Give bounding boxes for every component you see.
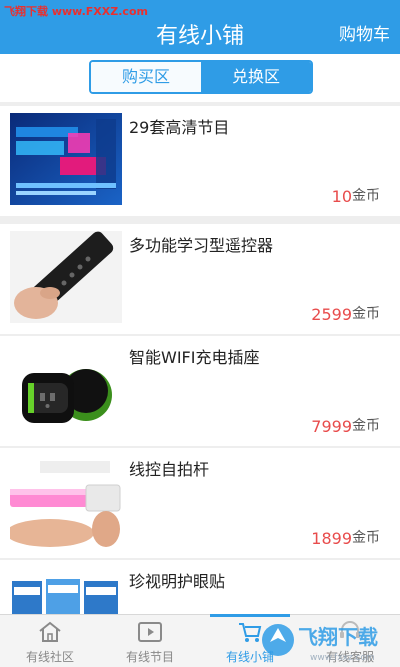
tab-buy[interactable]: 购买区 bbox=[91, 62, 201, 92]
product-name: 线控自拍杆 bbox=[129, 460, 210, 479]
watermark-logo: 飞翔下载 www.fxxz.com bbox=[262, 624, 378, 663]
price-unit: 金币 bbox=[352, 418, 380, 434]
product-name: 珍视明护眼贴 bbox=[129, 572, 226, 591]
product-price: 1899 bbox=[311, 529, 352, 548]
watermark-logo-text: 飞翔下载 bbox=[298, 625, 378, 649]
product-item[interactable]: 智能WIFI充电插座 7999 金币 bbox=[0, 336, 400, 446]
product-item[interactable]: 珍视明护眼贴 bbox=[0, 560, 400, 614]
tab-programs[interactable]: 有线节目 bbox=[100, 615, 200, 667]
product-name: 29套高清节目 bbox=[129, 118, 230, 137]
product-price: 10 bbox=[331, 187, 352, 206]
tab-exchange[interactable]: 兑换区 bbox=[201, 62, 311, 92]
product-name: 多功能学习型遥控器 bbox=[129, 236, 274, 255]
price-unit: 金币 bbox=[352, 188, 380, 204]
product-image bbox=[10, 231, 122, 323]
watermark: 飞翔下载 www.FXXZ.com bbox=[4, 5, 148, 18]
product-name: 智能WIFI充电插座 bbox=[129, 348, 260, 367]
product-item[interactable]: 线控自拍杆 1899 金币 bbox=[0, 448, 400, 558]
product-image bbox=[10, 343, 122, 435]
tab-label: 有线节目 bbox=[125, 650, 174, 664]
tab-label: 有线社区 bbox=[25, 650, 74, 664]
product-item[interactable]: 多功能学习型遥控器 2599 金币 bbox=[0, 224, 400, 334]
product-list[interactable]: 29套高清节目 10 金币 多功能学习型遥控器 2599 金币 智能WIFI充电… bbox=[0, 106, 400, 614]
home-icon bbox=[39, 621, 61, 642]
segment-control: 购买区 兑换区 bbox=[89, 60, 313, 94]
product-price: 7999 bbox=[311, 417, 352, 436]
play-icon bbox=[138, 622, 162, 642]
watermark-logo-url: www.fxxz.com bbox=[310, 653, 375, 663]
product-image bbox=[10, 455, 122, 547]
price-unit: 金币 bbox=[352, 306, 380, 322]
segment-bar: 购买区 兑换区 bbox=[0, 54, 400, 102]
price-unit: 金币 bbox=[352, 530, 380, 546]
product-image bbox=[10, 567, 122, 614]
cart-button[interactable]: 购物车 bbox=[339, 20, 390, 45]
product-item[interactable]: 29套高清节目 10 金币 bbox=[0, 106, 400, 216]
tab-community[interactable]: 有线社区 bbox=[0, 615, 100, 667]
product-image bbox=[10, 113, 122, 205]
product-price: 2599 bbox=[311, 305, 352, 324]
